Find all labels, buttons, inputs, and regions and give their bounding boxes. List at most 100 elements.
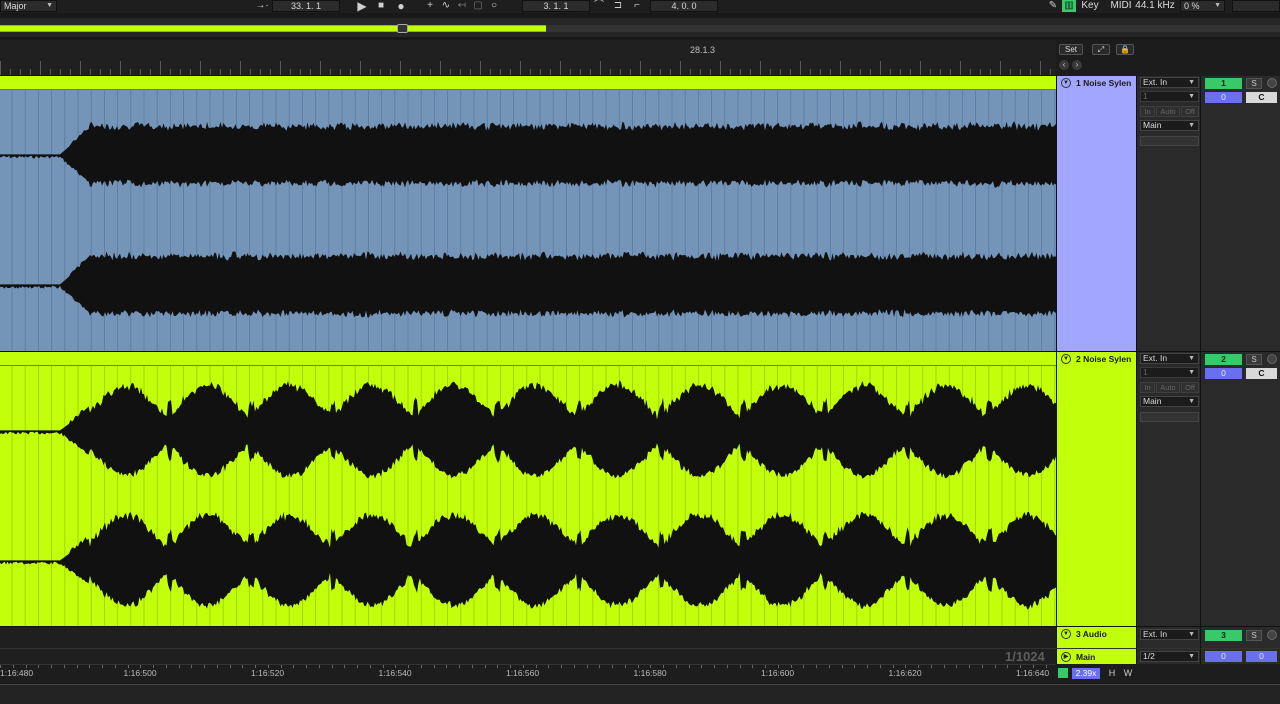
volume-field[interactable]: 0 [1205,92,1242,103]
beat-tick [160,61,161,75]
time-tick [790,665,792,668]
arm-button[interactable] [1267,354,1277,364]
audio-clip-track-2[interactable] [0,351,1056,626]
overview-view-handle[interactable] [397,24,408,33]
track-title-bar[interactable]: ▼ 3 Audio [1057,627,1137,641]
solo-button[interactable]: S [1246,78,1262,89]
back-to-arrangement-icon[interactable]: ↤ [456,0,468,12]
monitor-off-button[interactable]: Off [1181,382,1199,393]
stop-icon[interactable]: ■ [375,0,387,12]
pan-field[interactable]: C [1246,368,1277,379]
input-type-dropdown[interactable]: Ext. In ▼ [1140,77,1199,88]
loop-start-field[interactable]: 3. 1. 1 [522,0,590,12]
volume-field[interactable]: 0 [1205,368,1242,379]
loop-length-field[interactable]: 4. 0. 0 [650,0,718,12]
beat-tick [510,69,511,75]
main-track-lane[interactable] [0,648,1056,664]
previous-locator-icon[interactable]: ‹ [1059,60,1069,70]
overdub-icon[interactable]: + [424,0,436,12]
time-tick [854,665,856,668]
monitor-auto-button[interactable]: Auto [1156,106,1180,117]
loop-icon[interactable]: ⊐ [611,0,625,12]
clip-header[interactable] [0,352,1056,366]
fold-icon[interactable]: ▼ [1061,78,1071,88]
track-3-lane[interactable] [0,626,1056,648]
input-channel-dropdown[interactable]: 1 ▼ [1140,367,1199,378]
play-icon[interactable]: ▶ [355,0,369,12]
input-channel-dropdown[interactable]: 1 ▼ [1140,91,1199,102]
time-tick [216,665,218,668]
follow-icon[interactable]: →· [254,0,270,12]
beat-tick [570,69,571,75]
capture-icon[interactable]: ▢ [472,0,484,12]
punch-out-icon[interactable]: ⌐ [630,0,644,12]
clip-header[interactable] [0,76,1056,90]
arrangement-view[interactable] [0,76,1056,664]
session-record-icon[interactable]: ○ [488,0,500,12]
output-channel-field[interactable] [1140,412,1199,422]
track-name: 2 Noise Sylen [1076,354,1132,364]
beat-tick [300,69,301,75]
fold-icon[interactable]: ▶ [1061,652,1071,662]
draw-mode-icon[interactable]: ✎ [1046,0,1060,12]
beat-tick [320,61,321,75]
fold-icon[interactable]: ▼ [1061,629,1071,639]
beat-tick [280,61,281,75]
output-channel-field[interactable] [1140,136,1199,146]
height-toggle-button[interactable]: H [1106,668,1118,679]
track-activator-button[interactable]: 1 [1205,78,1242,89]
beat-time-ruler[interactable]: 28.1.3 [0,40,1056,76]
track-title-bar[interactable]: ▼ 2 Noise Sylen [1057,352,1137,366]
fold-icon[interactable]: ▼ [1061,354,1071,364]
cpu-meter[interactable]: 0 % ▼ [1180,0,1225,12]
track-header-3[interactable]: ▼ 3 Audio [1056,626,1136,648]
audio-clip-track-1[interactable] [0,76,1056,351]
record-icon[interactable]: ● [395,0,407,12]
input-type-dropdown[interactable]: Ext. In ▼ [1140,629,1199,640]
computer-keyboard-icon[interactable]: ▥ [1062,0,1076,12]
scale-dropdown[interactable]: Major ▼ [0,0,57,12]
expand-icon[interactable]: ⤢ [1092,44,1110,55]
arm-button[interactable] [1267,78,1277,88]
main-volume-left[interactable]: 0 [1205,651,1242,662]
song-position-field[interactable]: 33. 1. 1 [272,0,340,12]
arm-button[interactable] [1267,630,1277,640]
automation-arm-icon[interactable]: ∿ [440,0,452,12]
monitor-auto-button[interactable]: Auto [1156,382,1180,393]
main-volume-right[interactable]: 0 [1246,651,1277,662]
zoom-factor-field[interactable]: 2.39x [1072,668,1100,679]
main-output-dropdown[interactable]: 1/2 ▼ [1140,651,1199,662]
track-title-bar[interactable]: ▶ Main [1057,649,1137,665]
next-locator-icon[interactable]: › [1072,60,1082,70]
status-indicator[interactable] [1232,0,1280,12]
track-activator-button[interactable]: 2 [1205,354,1242,365]
monitor-off-button[interactable]: Off [1181,106,1199,117]
arrangement-overview[interactable] [0,18,1280,37]
set-locator-button[interactable]: Set [1059,44,1083,55]
main-track-header[interactable]: ▶ Main [1056,648,1136,664]
time-ruler[interactable]: 1:16:480 1:16:500 1:16:520 1:16:540 1:16:560… [0,664,1056,684]
monitor-in-button[interactable]: In [1140,382,1155,393]
pan-field[interactable]: C [1246,92,1277,103]
track-header-2[interactable]: ▼ 2 Noise Sylen [1056,351,1136,626]
track-header-1[interactable]: ▼ 1 Noise Sylen [1056,76,1136,351]
width-toggle-button[interactable]: W [1122,668,1134,679]
midi-map-button[interactable]: MIDI [1110,0,1132,12]
beat-tick [110,69,111,75]
key-map-button[interactable]: Key [1080,0,1100,12]
track-activator-button[interactable]: 3 [1205,630,1242,641]
beat-tick [350,69,351,75]
lock-icon[interactable]: 🔒 [1116,44,1134,55]
beat-tick [780,69,781,75]
monitor-in-button[interactable]: In [1140,106,1155,117]
output-dropdown[interactable]: Main ▼ [1140,120,1199,131]
output-dropdown[interactable]: Main ▼ [1140,396,1199,407]
mixer-toggle-icon[interactable] [1058,668,1068,678]
solo-button[interactable]: S [1246,630,1262,641]
chevron-down-icon: ▼ [1188,93,1195,100]
beat-tick [40,61,41,75]
punch-in-icon[interactable]: ⌒ [592,0,606,12]
input-type-dropdown[interactable]: Ext. In ▼ [1140,353,1199,364]
track-title-bar[interactable]: ▼ 1 Noise Sylen [1057,76,1137,90]
solo-button[interactable]: S [1246,354,1262,365]
